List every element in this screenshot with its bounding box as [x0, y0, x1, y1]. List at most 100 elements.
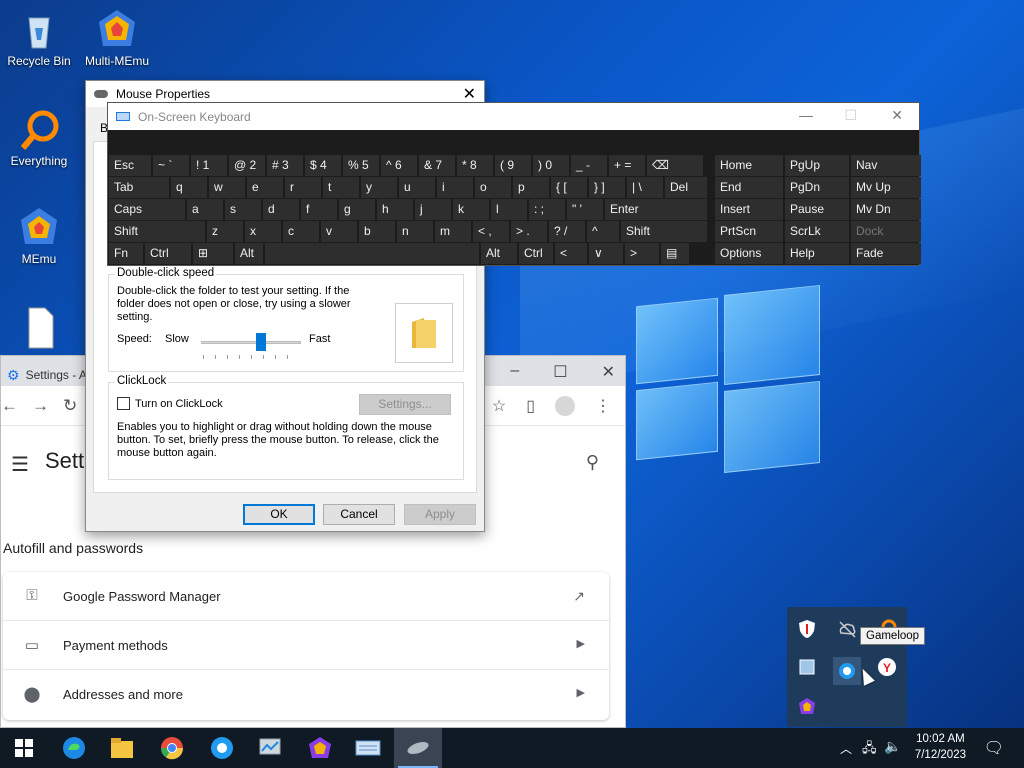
osk-key[interactable]: Alt: [235, 243, 263, 264]
desktop-icon-file[interactable]: [1, 306, 77, 352]
osk-key[interactable]: Mv Dn: [851, 199, 921, 220]
network-icon[interactable]: 🖧: [862, 739, 877, 761]
mouse-taskbar-icon[interactable]: [394, 728, 442, 768]
edge-icon[interactable]: [50, 728, 98, 768]
osk-key[interactable]: ^ 6: [381, 155, 417, 176]
osk-key[interactable]: Del: [665, 177, 707, 198]
osk-key[interactable]: e: [247, 177, 283, 198]
osk-key[interactable]: i: [437, 177, 473, 198]
osk-key[interactable]: q: [171, 177, 207, 198]
osk-key[interactable]: v: [321, 221, 357, 242]
osk-key[interactable]: Enter: [605, 199, 707, 220]
osk-key[interactable]: m: [435, 221, 471, 242]
on-screen-keyboard-window[interactable]: On-Screen Keyboard — ☐ ✕ Esc ~ `! 1 @ 2 # 3…: [107, 102, 921, 266]
back-arrow-icon[interactable]: ←: [1, 396, 18, 416]
osk-key[interactable]: p: [513, 177, 549, 198]
volume-muted-icon[interactable]: 🔈: [884, 738, 901, 755]
clicklock-checkbox[interactable]: [117, 397, 130, 410]
osk-key[interactable]: t: [323, 177, 359, 198]
desktop-icon-memu[interactable]: MEmu: [1, 206, 77, 266]
apply-button[interactable]: Apply: [404, 504, 476, 525]
osk-key[interactable]: { [: [551, 177, 587, 198]
osk-key[interactable]: ∨: [589, 243, 623, 264]
file-explorer-icon[interactable]: [98, 728, 146, 768]
osk-key[interactable]: End: [715, 177, 783, 198]
osk-key[interactable]: @ 2: [229, 155, 265, 176]
osk-key[interactable]: Mv Up: [851, 177, 921, 198]
speed-slider-thumb[interactable]: [256, 333, 266, 351]
osk-key[interactable]: Dock: [851, 221, 921, 242]
osk-key[interactable]: n: [397, 221, 433, 242]
osk-key[interactable]: y: [361, 177, 397, 198]
hamburger-menu-icon[interactable]: ☰: [11, 452, 29, 477]
search-icon[interactable]: ⚲: [586, 452, 599, 473]
minimize-icon[interactable]: —: [799, 107, 813, 123]
osk-key[interactable]: z: [207, 221, 243, 242]
clicklock-checkbox-label[interactable]: Turn on ClickLock: [135, 398, 223, 411]
osk-key[interactable]: ! 1: [191, 155, 227, 176]
osk-key[interactable]: Insert: [715, 199, 783, 220]
colorful-hex-icon[interactable]: [797, 697, 817, 717]
osk-key[interactable]: h: [377, 199, 413, 220]
minimize-icon[interactable]: –: [510, 362, 519, 382]
security-shield-icon[interactable]: [797, 619, 817, 639]
osk-key[interactable]: g: [339, 199, 375, 220]
osk-key[interactable]: < ,: [473, 221, 509, 242]
close-icon[interactable]: ✕: [891, 107, 903, 124]
forward-arrow-icon[interactable]: →: [32, 396, 49, 416]
osk-key[interactable]: ? /: [549, 221, 585, 242]
more-menu-icon[interactable]: ⋮: [595, 396, 611, 416]
osk-key[interactable]: k: [453, 199, 489, 220]
osk-key[interactable]: Options: [715, 243, 783, 264]
app-window-icon[interactable]: [797, 657, 817, 677]
gameloop-taskbar-icon[interactable]: [198, 728, 246, 768]
osk-key[interactable]: Esc: [109, 155, 151, 176]
osk-key[interactable]: " ': [567, 199, 603, 220]
osk-key[interactable]: % 5: [343, 155, 379, 176]
osk-key[interactable]: s: [225, 199, 261, 220]
desktop-icon-everything[interactable]: Everything: [1, 108, 77, 168]
control-panel-icon[interactable]: [246, 728, 294, 768]
clicklock-settings-button[interactable]: Settings...: [359, 394, 451, 415]
osk-key[interactable]: <: [555, 243, 587, 264]
osk-key[interactable]: c: [283, 221, 319, 242]
osk-key[interactable]: j: [415, 199, 451, 220]
maximize-icon[interactable]: ☐: [553, 362, 567, 382]
osk-key[interactable]: Help: [785, 243, 849, 264]
osk-key[interactable]: ScrLk: [785, 221, 849, 242]
osk-key[interactable]: u: [399, 177, 435, 198]
osk-key[interactable]: Pause: [785, 199, 849, 220]
yandex-icon[interactable]: Y: [877, 657, 897, 677]
osk-key[interactable]: x: [245, 221, 281, 242]
osk-key[interactable]: * 8: [457, 155, 493, 176]
speed-slider-track[interactable]: [201, 341, 301, 344]
osk-key[interactable]: d: [263, 199, 299, 220]
osk-key[interactable]: w: [209, 177, 245, 198]
osk-key[interactable]: b: [359, 221, 395, 242]
osk-key[interactable]: l: [491, 199, 527, 220]
osk-key[interactable]: Fn: [109, 243, 143, 264]
chrome-icon[interactable]: [148, 728, 196, 768]
osk-key[interactable]: > .: [511, 221, 547, 242]
bookmark-star-icon[interactable]: ☆: [492, 396, 506, 416]
osk-key[interactable]: ▤: [661, 243, 689, 264]
osk-key[interactable]: ⊞: [193, 243, 233, 264]
cloud-offline-icon[interactable]: [837, 619, 857, 639]
osk-key[interactable]: ^: [587, 221, 619, 242]
side-panel-icon[interactable]: ▯: [526, 396, 535, 416]
osk-key[interactable]: Shift: [621, 221, 707, 242]
cancel-button[interactable]: Cancel: [323, 504, 395, 525]
osk-key[interactable]: | \: [627, 177, 663, 198]
settings-row-addresses[interactable]: ⬤ Addresses and more ▶: [3, 670, 609, 719]
osk-key[interactable]: Tab: [109, 177, 169, 198]
osk-key[interactable]: Shift: [109, 221, 205, 242]
show-hidden-icons-icon[interactable]: ︿: [840, 740, 852, 757]
osk-key[interactable]: Alt: [481, 243, 517, 264]
reload-icon[interactable]: ↻: [63, 396, 77, 416]
test-folder-box[interactable]: [395, 303, 453, 363]
settings-row-payment-methods[interactable]: ▭ Payment methods ▶: [3, 621, 609, 670]
osk-key[interactable]: Nav: [851, 155, 921, 176]
close-icon[interactable]: ✕: [602, 362, 615, 382]
ok-button[interactable]: OK: [243, 504, 315, 525]
osk-key[interactable]: ) 0: [533, 155, 569, 176]
